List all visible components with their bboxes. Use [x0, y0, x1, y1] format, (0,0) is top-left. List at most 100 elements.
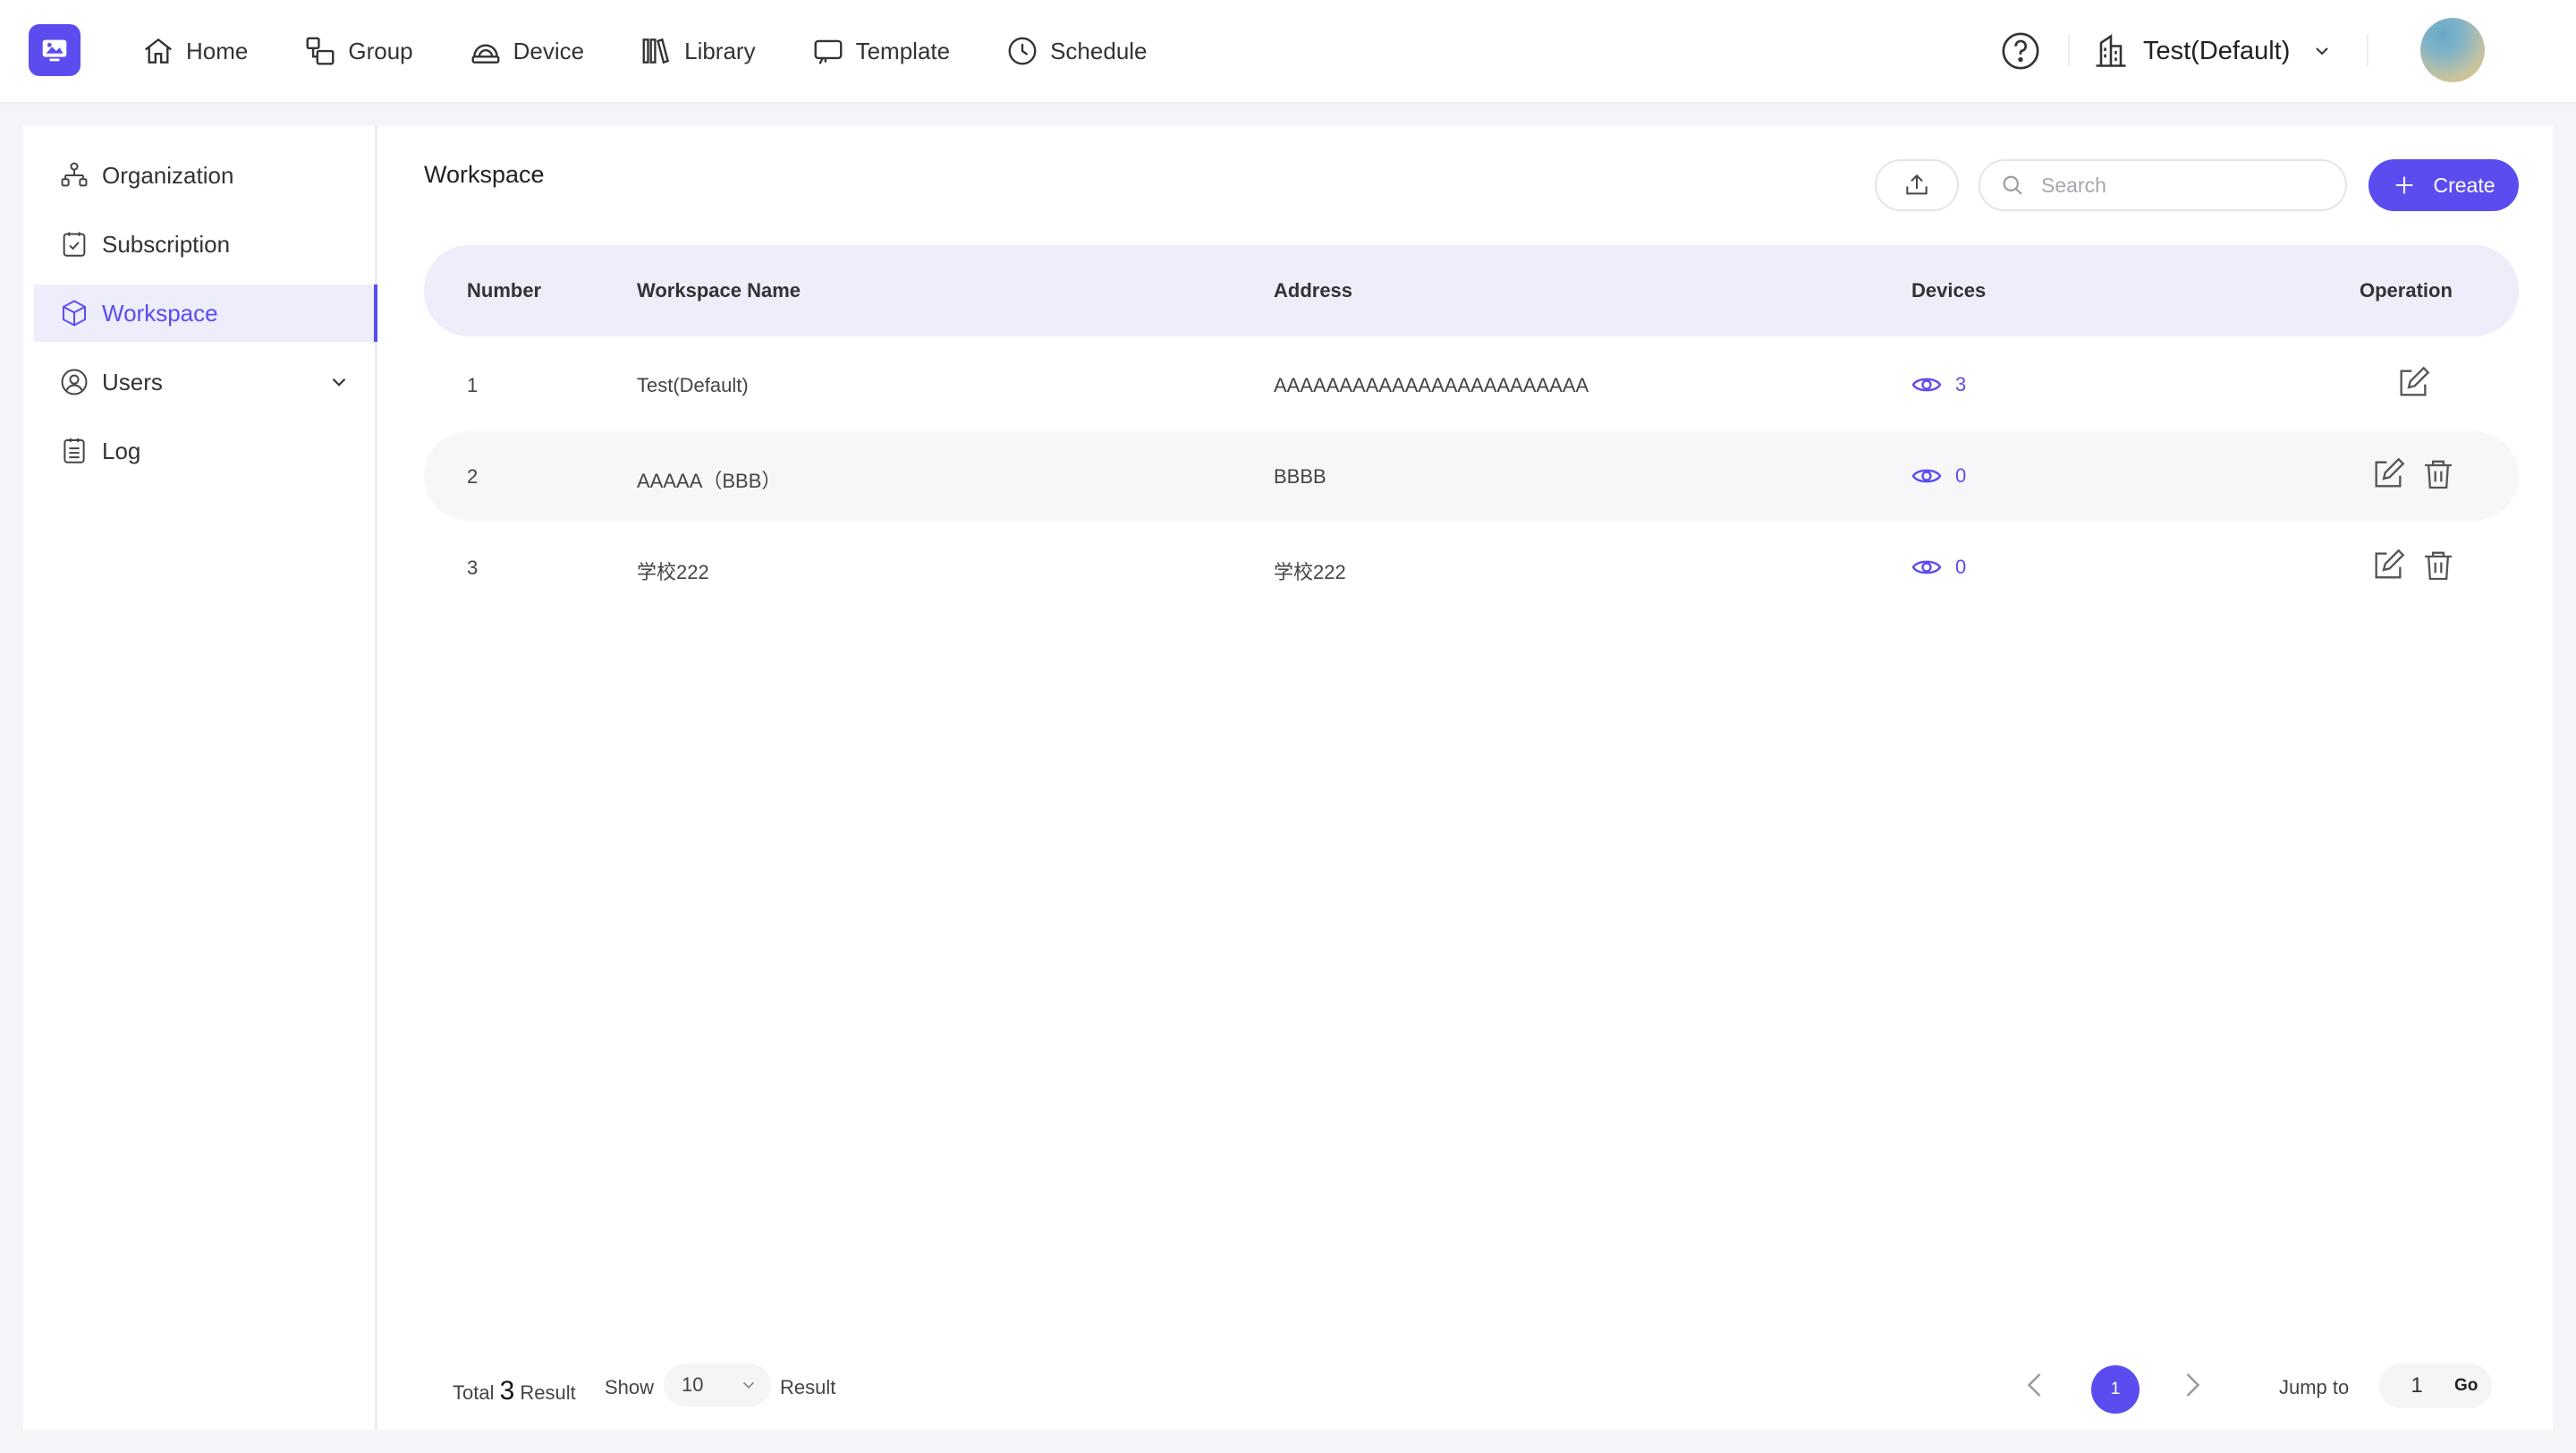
cell-name: Test(Default) [637, 374, 749, 396]
page-title: Workspace [424, 161, 545, 188]
nav-library-label: Library [684, 37, 756, 64]
sidebar-item-organization[interactable]: Organization [34, 147, 377, 204]
nav-template[interactable]: Template [811, 24, 951, 78]
trash-icon[interactable] [2420, 548, 2456, 583]
table-row: 1 Test(Default) AAAAAAAAAAAAAAAAAAAAAAAA… [424, 340, 2519, 429]
devices-count: 3 [1955, 373, 1967, 395]
nav-device[interactable]: Device [469, 24, 584, 78]
divider [2367, 34, 2368, 66]
cell-address: 学校222 [1274, 561, 1346, 583]
column-header-name: Workspace Name [637, 279, 801, 302]
nav-home[interactable]: Home [141, 24, 248, 78]
divider [2068, 34, 2070, 66]
user-icon [61, 369, 88, 395]
nav-device-label: Device [513, 37, 585, 64]
chevron-left-icon[interactable] [2020, 1369, 2052, 1401]
nav-template-label: Template [855, 37, 951, 64]
column-header-operation: Operation [2360, 279, 2453, 302]
search-icon [2003, 175, 2022, 195]
organization-icon [61, 162, 88, 187]
result-label: Result [780, 1376, 836, 1398]
chevron-down-icon [2316, 47, 2329, 55]
sidebar-item-log[interactable]: Log [34, 422, 377, 480]
user-avatar[interactable] [2420, 18, 2485, 82]
page-size-value: 10 [682, 1373, 704, 1396]
nav-schedule[interactable]: Schedule [1005, 24, 1148, 78]
chevron-down-icon [742, 1381, 755, 1389]
search-input[interactable] [2041, 173, 2327, 198]
top-navbar: Home Group Device Library Template Sched… [0, 0, 2576, 102]
nav-home-label: Home [186, 37, 249, 64]
log-icon [64, 438, 85, 463]
nav-schedule-label: Schedule [1050, 37, 1148, 64]
total-suffix: Result [520, 1381, 576, 1404]
device-icon [471, 44, 500, 64]
app-logo[interactable] [29, 24, 80, 76]
library-icon [642, 38, 670, 64]
go-button[interactable]: Go [2454, 1376, 2478, 1396]
devices-link[interactable]: 0 [1911, 460, 1966, 492]
org-name: Test(Default) [2143, 36, 2291, 65]
column-header-number: Number [467, 279, 542, 302]
jump-to-box: Go [2379, 1364, 2492, 1408]
show-label: Show [605, 1376, 655, 1398]
eye-icon [1911, 378, 1942, 392]
edit-icon[interactable] [2370, 548, 2406, 583]
cell-number: 3 [467, 557, 479, 579]
nav-group-label: Group [348, 37, 413, 64]
main-nav: Home Group Device Library Template Sched… [141, 0, 1203, 102]
cell-name: 学校222 [637, 561, 709, 583]
sidebar: Organization Subscription Workspace User… [23, 125, 377, 1430]
cell-number: 2 [467, 465, 479, 488]
sidebar-item-subscription[interactable]: Subscription [34, 216, 377, 273]
export-button[interactable] [1875, 159, 1959, 211]
cell-address: AAAAAAAAAAAAAAAAAAAAAAAA [1274, 374, 1589, 396]
nav-group[interactable]: Group [303, 24, 413, 78]
chevron-down-icon[interactable] [327, 370, 351, 394]
subscription-icon [63, 232, 86, 257]
trash-icon[interactable] [2420, 456, 2456, 492]
table-row: 3 学校222 学校222 0 [424, 523, 2519, 612]
total-prefix: Total [453, 1381, 495, 1404]
table-row: 2 AAAAA（BBB） BBBB 0 [424, 431, 2519, 521]
org-selector[interactable]: Test(Default) [2091, 27, 2333, 75]
sidebar-item-label: Workspace [102, 299, 218, 327]
nav-library[interactable]: Library [640, 24, 756, 78]
help-icon[interactable] [2000, 30, 2041, 72]
edit-icon[interactable] [2395, 365, 2431, 401]
main-content: Workspace Create Number Workspace Name A… [377, 125, 2553, 1430]
plus-icon [2396, 176, 2413, 194]
logo-icon [42, 39, 67, 62]
jump-to-input[interactable] [2397, 1371, 2436, 1401]
eye-icon [1911, 469, 1942, 483]
jump-label: Jump to [2279, 1376, 2350, 1398]
sidebar-item-label: Organization [102, 161, 234, 189]
table-header: Number Workspace Name Address Devices Op… [424, 245, 2519, 336]
devices-link[interactable]: 3 [1911, 369, 1966, 401]
clock-icon [1008, 37, 1037, 65]
column-header-devices: Devices [1911, 279, 1987, 302]
edit-icon[interactable] [2370, 456, 2406, 492]
devices-link[interactable]: 0 [1911, 551, 1966, 583]
group-icon [306, 37, 335, 65]
total-results: Total 3 Result [453, 1376, 576, 1406]
cell-number: 1 [467, 374, 479, 396]
cell-name: AAAAA（BBB） [637, 470, 782, 492]
sidebar-item-label: Users [102, 368, 163, 395]
sidebar-item-label: Subscription [102, 230, 231, 258]
page-button-current[interactable]: 1 [2091, 1365, 2140, 1414]
template-icon [814, 39, 843, 64]
search-box[interactable] [1979, 159, 2347, 211]
sidebar-item-workspace[interactable]: Workspace [34, 285, 377, 342]
create-button[interactable]: Create [2368, 159, 2519, 211]
chevron-right-icon[interactable] [2175, 1369, 2207, 1401]
eye-icon [1911, 560, 1942, 574]
page-size-select[interactable]: 10 [664, 1364, 771, 1406]
devices-count: 0 [1955, 464, 1967, 487]
cell-address: BBBB [1274, 465, 1326, 488]
sidebar-item-users[interactable]: Users [34, 353, 377, 411]
building-icon [2096, 34, 2126, 67]
upload-icon [1906, 174, 1928, 195]
sidebar-item-label: Log [102, 437, 141, 464]
cube-icon [62, 300, 87, 327]
